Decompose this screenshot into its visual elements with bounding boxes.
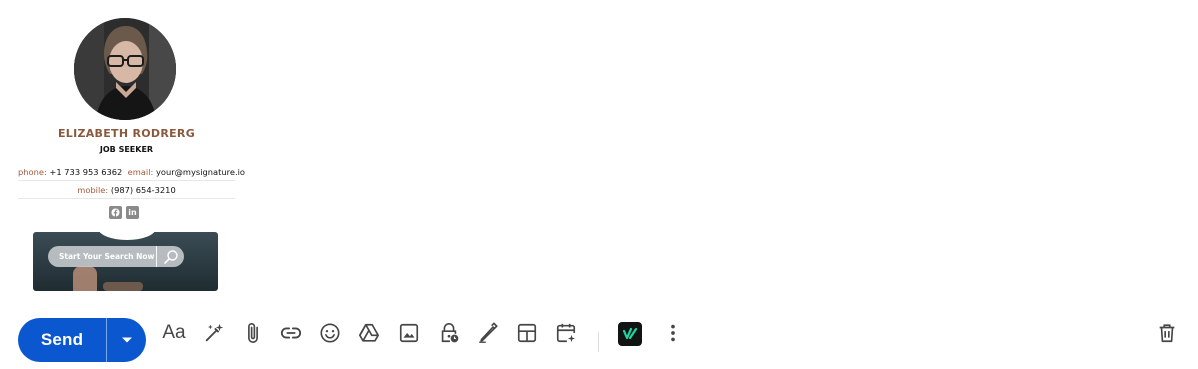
send-button[interactable]: Send [18, 318, 106, 362]
signature-job-title: JOB SEEKER [99, 145, 154, 154]
confidential-mode-button[interactable] [436, 320, 462, 346]
social-links: in [109, 206, 139, 219]
mobile-value: (987) 654-3210 [110, 185, 176, 195]
formatting-options-button[interactable]: Aa [160, 320, 188, 346]
photo-icon [399, 323, 419, 343]
discard-draft-button[interactable] [1154, 320, 1180, 346]
facebook-icon[interactable] [109, 206, 122, 219]
signature-name: ELIZABETH RODRERG [57, 127, 196, 140]
extension-button[interactable] [618, 322, 642, 346]
banner-decoration [103, 282, 143, 291]
trash-icon [1159, 324, 1175, 343]
extension-icon [622, 327, 638, 340]
attach-files-button[interactable] [240, 320, 266, 346]
attach-icon [248, 323, 258, 343]
set-up-time-button[interactable] [553, 320, 579, 346]
contact-line-phone-email: phone: +1 733 953 6362 email: your@mysig… [18, 167, 245, 181]
email-label: email: [127, 167, 154, 177]
signature-pen-icon [479, 322, 498, 343]
more-options-icon [671, 324, 675, 342]
formatting-icon: Aa [162, 322, 186, 343]
insert-link-button[interactable] [278, 320, 304, 346]
compose-toolbar: Send Aa [0, 300, 1198, 369]
insert-photo-button[interactable] [396, 320, 422, 346]
help-me-write-button[interactable] [201, 320, 227, 346]
phone-value: +1 733 953 6362 [49, 167, 123, 177]
banner-notch [98, 232, 156, 240]
caret-down-icon [121, 337, 132, 343]
layouts-button[interactable] [514, 320, 540, 346]
phone-label: phone: [18, 167, 47, 177]
toolbar-divider [598, 332, 599, 352]
more-options-button[interactable] [660, 320, 686, 346]
drive-icon [359, 323, 379, 342]
banner-search-bar: Start Your Search Now [48, 246, 184, 267]
profile-photo [74, 18, 176, 120]
schedule-event-icon [556, 323, 576, 343]
contact-line-mobile: mobile: (987) 654-3210 [18, 185, 235, 199]
send-options-button[interactable] [107, 318, 146, 362]
job-search-banner[interactable]: Start Your Search Now [33, 232, 218, 291]
insert-signature-button[interactable] [475, 320, 501, 346]
email-value[interactable]: your@mysignature.io [156, 167, 245, 177]
banner-hand-image [73, 266, 97, 291]
banner-search-divider [156, 246, 157, 267]
search-icon [157, 249, 184, 265]
banner-search-text: Start Your Search Now [59, 252, 155, 261]
link-icon [280, 327, 302, 339]
insert-drive-file-button[interactable] [356, 320, 382, 346]
emoji-icon [320, 323, 340, 343]
insert-emoji-button[interactable] [317, 320, 343, 346]
layouts-icon [517, 323, 537, 343]
mobile-label: mobile: [77, 185, 109, 195]
linkedin-icon[interactable]: in [126, 206, 139, 219]
send-button-group: Send [18, 318, 146, 362]
sparkle-pen-icon [205, 323, 224, 342]
confidential-lock-icon [441, 323, 459, 343]
